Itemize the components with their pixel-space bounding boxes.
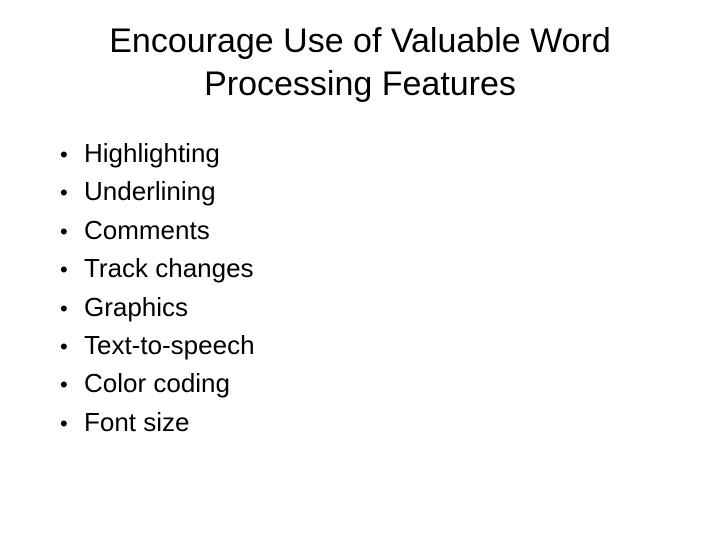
bullet-icon: •	[60, 332, 84, 363]
bullet-icon: •	[60, 409, 84, 440]
list-item: • Comments	[60, 212, 680, 248]
list-item-label: Color coding	[84, 365, 680, 401]
bullet-icon: •	[60, 140, 84, 171]
list-item-label: Highlighting	[84, 135, 680, 171]
bullet-icon: •	[60, 217, 84, 248]
list-item: • Graphics	[60, 289, 680, 325]
list-item-label: Graphics	[84, 289, 680, 325]
list-item: • Highlighting	[60, 135, 680, 171]
bullet-icon: •	[60, 370, 84, 401]
bullet-icon: •	[60, 294, 84, 325]
bullet-icon: •	[60, 178, 84, 209]
list-item: • Font size	[60, 404, 680, 440]
list-item-label: Track changes	[84, 250, 680, 286]
bullet-icon: •	[60, 255, 84, 286]
list-item: • Underlining	[60, 173, 680, 209]
list-item-label: Underlining	[84, 173, 680, 209]
list-item: • Track changes	[60, 250, 680, 286]
list-item-label: Text-to-speech	[84, 327, 680, 363]
list-item: • Color coding	[60, 365, 680, 401]
bullet-list: • Highlighting • Underlining • Comments …	[40, 135, 680, 440]
list-item: • Text-to-speech	[60, 327, 680, 363]
slide-title: Encourage Use of Valuable Word Processin…	[40, 20, 680, 105]
list-item-label: Font size	[84, 404, 680, 440]
list-item-label: Comments	[84, 212, 680, 248]
